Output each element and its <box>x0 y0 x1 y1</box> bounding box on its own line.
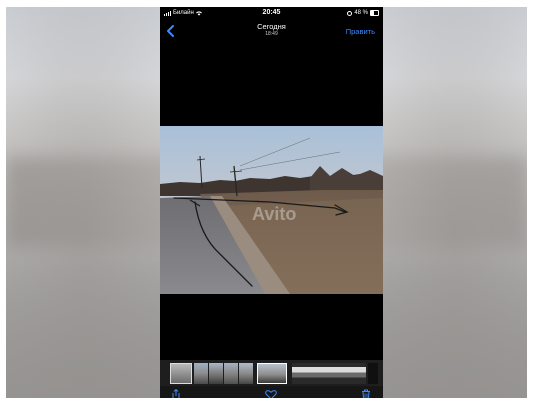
delete-button[interactable] <box>360 387 372 398</box>
trash-icon <box>362 389 370 398</box>
backdrop-left-blur <box>6 7 160 398</box>
navigation-bar: Сегодня 18:49 Править <box>160 20 383 42</box>
heart-icon <box>265 390 277 398</box>
thumbnail[interactable] <box>194 363 208 384</box>
screenshot-canvas: Билайн 20:45 48 % Сегодня 18:49 Править … <box>0 0 533 405</box>
share-icon <box>172 388 180 398</box>
main-photo[interactable]: Avito <box>160 126 383 294</box>
thumbnail-current[interactable] <box>257 363 287 384</box>
battery-fill <box>371 11 375 15</box>
phone-screen: Билайн 20:45 48 % Сегодня 18:49 Править … <box>160 7 383 398</box>
thumbnail[interactable] <box>224 363 238 384</box>
bottom-toolbar <box>160 386 383 398</box>
backdrop-right-blur <box>383 7 527 398</box>
thumbnail[interactable] <box>209 363 223 384</box>
share-button[interactable] <box>170 387 182 398</box>
thumbnail[interactable] <box>368 363 378 384</box>
thumbnail[interactable] <box>239 363 253 384</box>
status-bar: Билайн 20:45 48 % <box>160 7 383 20</box>
favorite-button[interactable] <box>265 387 277 398</box>
thumbnail[interactable] <box>292 363 366 384</box>
battery-icon <box>370 10 379 16</box>
edit-button[interactable]: Править <box>346 27 375 36</box>
battery-percent: 48 % <box>354 10 368 16</box>
thumbnail-strip <box>160 360 383 386</box>
rotation-lock-icon <box>347 10 353 16</box>
status-right: 48 % <box>347 10 379 16</box>
thumbnail[interactable] <box>170 363 192 384</box>
watermark-text: Avito <box>252 204 297 224</box>
